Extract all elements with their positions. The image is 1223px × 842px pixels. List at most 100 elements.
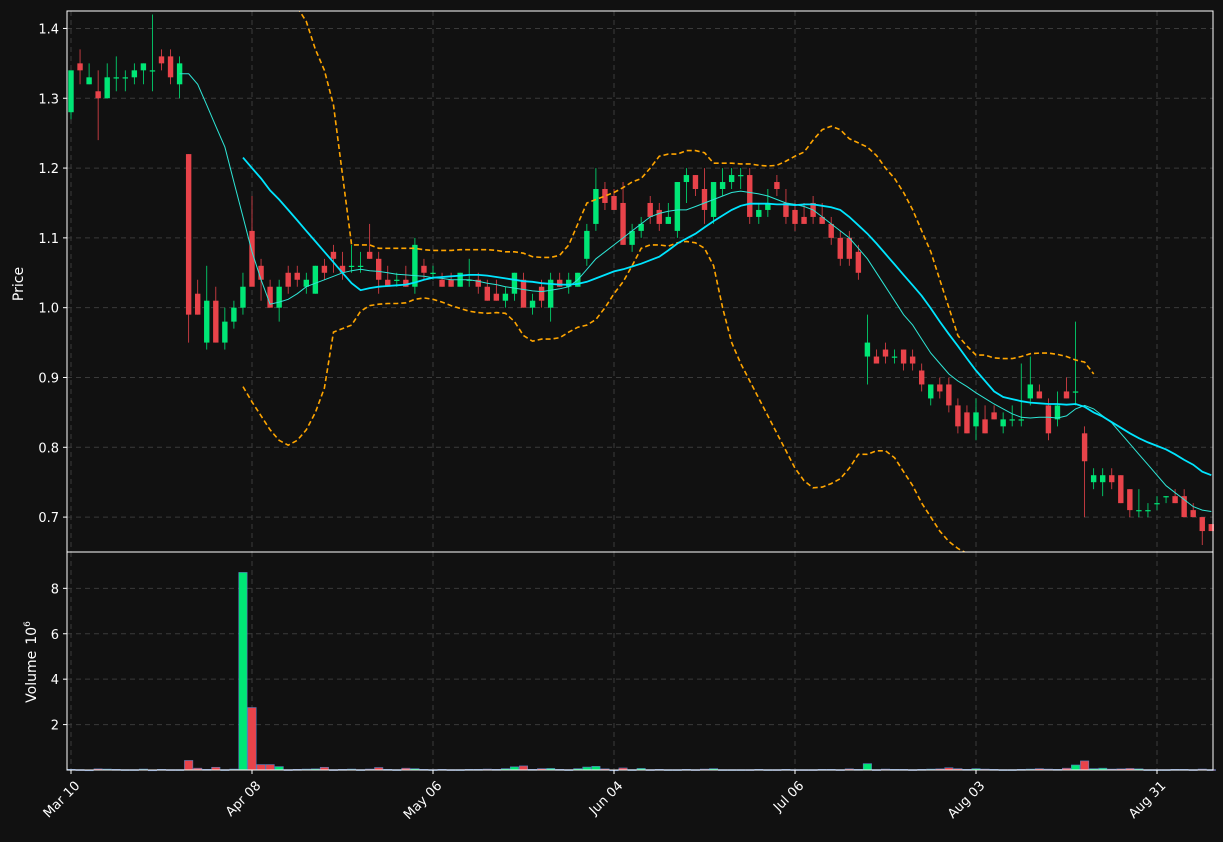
candle-body <box>1090 475 1097 483</box>
candle-body <box>1127 489 1133 511</box>
volume-bar <box>591 766 601 771</box>
candle-body <box>647 202 653 217</box>
candle-body <box>1145 510 1151 512</box>
candle-body <box>593 189 599 224</box>
candlestick-chart: 0.70.80.91.01.11.21.31.4 2468 Mar 10 Apr … <box>0 0 1223 842</box>
volume-tick-label: 4 <box>51 673 59 688</box>
candle-body <box>1018 419 1024 421</box>
candle-body <box>674 182 681 231</box>
candle-body <box>747 175 753 217</box>
candle-body <box>376 258 382 280</box>
volume-bar <box>518 765 528 771</box>
candle-body <box>557 279 563 287</box>
price-tick-label: 1.4 <box>38 22 59 37</box>
candle-body <box>231 307 237 322</box>
candle-body <box>1154 503 1160 505</box>
candle-body <box>665 216 671 224</box>
price-tick-label: 0.9 <box>38 371 59 386</box>
candle-body <box>1190 510 1196 518</box>
volume-axis-label-text: Volume <box>24 651 40 703</box>
price-axis-label: Price <box>11 267 27 301</box>
candle-body <box>909 356 916 364</box>
candle-body <box>520 279 527 308</box>
volume-bar <box>184 760 194 771</box>
candle-body <box>964 412 970 434</box>
candle-body <box>973 412 979 427</box>
candle-body <box>1081 433 1088 462</box>
candle-body <box>919 370 925 385</box>
volume-tick-label: 2 <box>51 719 59 734</box>
volume-bar <box>1071 764 1081 771</box>
candle-body <box>240 286 246 308</box>
candle-body <box>348 265 355 267</box>
candle-body <box>285 272 291 287</box>
candle-body <box>1072 391 1079 393</box>
candle-body <box>448 279 454 287</box>
candle-body <box>412 244 418 287</box>
candle-body <box>728 175 735 183</box>
candle-body <box>294 272 300 280</box>
candle-body <box>403 279 409 287</box>
candle-body <box>439 279 445 287</box>
candle-body <box>864 342 871 357</box>
volume-bar <box>238 572 248 771</box>
candle-body <box>756 209 762 217</box>
candle-body <box>276 286 282 308</box>
volume-axis-label-power: 6 <box>23 621 33 627</box>
candle-body <box>855 251 862 273</box>
volume-axis-label-exponent: 10 <box>24 627 40 645</box>
candle-body <box>1100 475 1106 483</box>
candle-body <box>86 77 92 85</box>
price-tick-label: 1.2 <box>38 162 59 177</box>
candle-body <box>77 63 83 71</box>
candle-body <box>140 63 147 71</box>
price-tick-label: 1.1 <box>38 232 59 247</box>
candle-body <box>1009 419 1015 421</box>
candle-body <box>1163 496 1169 498</box>
volume-bar <box>256 764 266 771</box>
candle-body <box>955 405 961 427</box>
candle-body <box>511 272 518 294</box>
candle-body <box>1136 510 1142 512</box>
candle-body <box>167 56 174 78</box>
candle-body <box>222 321 228 343</box>
candle-body <box>882 349 889 357</box>
volume-tick-label: 6 <box>51 628 59 643</box>
candle-body <box>1109 475 1115 483</box>
candle-body <box>430 272 436 274</box>
candle-body <box>900 349 907 364</box>
candle-body <box>421 265 427 273</box>
candle-body <box>538 286 545 301</box>
volume-tick-label: 8 <box>51 582 59 597</box>
candle-body <box>204 300 210 343</box>
candle-body <box>792 209 798 224</box>
candle-body <box>68 70 74 113</box>
candle-body <box>937 384 943 392</box>
candle-body <box>366 251 373 259</box>
candle-body <box>493 293 500 301</box>
candle-body <box>321 265 328 273</box>
candle-body <box>185 154 192 315</box>
volume-axis-label: Volume 106 <box>23 621 40 703</box>
candle-body <box>394 279 400 281</box>
candle-body <box>946 384 952 406</box>
volume-bar <box>1080 760 1090 771</box>
candle-body <box>584 230 590 259</box>
price-tick-label: 1.3 <box>38 92 59 107</box>
candle-body <box>104 77 110 99</box>
candle-body <box>1063 391 1070 399</box>
candle-body <box>1000 419 1006 427</box>
candle-body <box>95 91 101 99</box>
candle-body <box>774 182 780 190</box>
candle-body <box>1027 384 1033 399</box>
candle-body <box>611 195 617 210</box>
chart-background <box>0 0 1223 842</box>
candle-body <box>158 56 165 64</box>
candle-body <box>928 384 934 399</box>
candle-body <box>484 286 490 301</box>
candle-body <box>982 419 988 434</box>
candle-body <box>1172 496 1178 504</box>
candle-body <box>1045 405 1052 434</box>
candle-body <box>846 237 852 259</box>
candle-body <box>122 77 128 79</box>
